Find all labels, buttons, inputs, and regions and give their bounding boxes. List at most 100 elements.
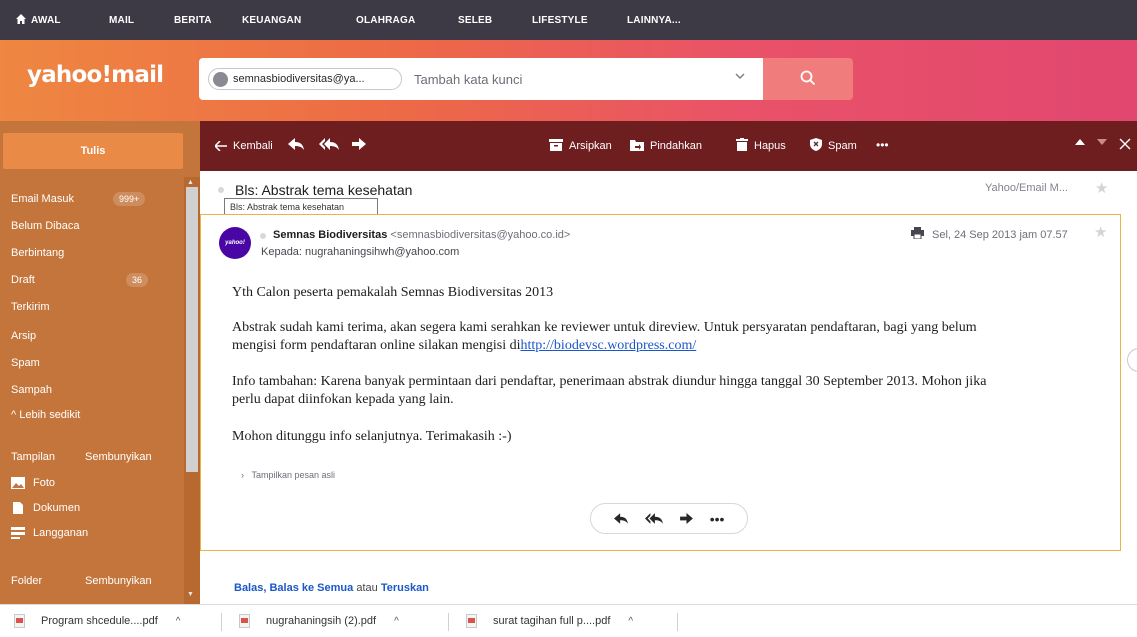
document-icon: [11, 502, 25, 514]
download-item-2[interactable]: nugrahaningsih (2).pdf ^: [239, 614, 399, 628]
shield-icon: [810, 138, 822, 154]
sidebar-item-archive[interactable]: Arsip: [11, 330, 36, 342]
sidebar-item-unread[interactable]: Belum Dibaca: [11, 220, 79, 232]
pill-reply-icon[interactable]: [613, 511, 628, 527]
pdf-file-icon: [239, 614, 250, 628]
account-avatar-icon: [213, 71, 228, 87]
next-message-icon[interactable]: [1097, 138, 1107, 146]
more-actions-button[interactable]: •••: [876, 138, 889, 152]
pdf-file-icon: [466, 614, 477, 628]
views-label: Tampilan: [11, 451, 56, 463]
body-p2-line2: perlu dapat diinfokan kepada yang lain.: [232, 392, 454, 407]
unread-dot-icon[interactable]: [218, 187, 224, 193]
reply-link[interactable]: Balas: [234, 582, 263, 594]
download-3-menu-icon[interactable]: ^: [628, 616, 633, 627]
star-icon[interactable]: ★: [1095, 179, 1108, 197]
sidebar-item-inbox[interactable]: Email Masuk: [11, 193, 74, 205]
pill-more-button[interactable]: •••: [710, 511, 725, 527]
show-original-label: Tampilkan pesan asli: [251, 470, 336, 480]
sidebar-scroll-thumb[interactable]: [186, 187, 198, 472]
download-separator: [221, 613, 222, 631]
download-item-1[interactable]: Program shcedule....pdf ^: [14, 614, 181, 628]
search-button[interactable]: [763, 58, 853, 100]
delete-button[interactable]: Hapus: [736, 138, 786, 154]
download-2-menu-icon[interactable]: ^: [394, 616, 399, 627]
archive-icon: [549, 138, 563, 154]
search-box[interactable]: semnasbiodiversitas@ya...: [199, 58, 763, 100]
sidebar-item-starred[interactable]: Berbintang: [11, 247, 64, 259]
subscriptions-icon: [11, 527, 25, 539]
sender-line[interactable]: Semnas Biodiversitas <semnasbiodiversita…: [273, 229, 570, 241]
pill-forward-icon[interactable]: [679, 511, 693, 527]
sidebar-item-documents[interactable]: Dokumen: [11, 502, 80, 514]
top-nav: AWAL MAIL BERITA KEUANGAN OLAHRAGA SELEB…: [0, 0, 1137, 40]
chevron-down-icon[interactable]: [735, 70, 745, 84]
reply-links: Balas, Balas ke Semua atau Teruskan: [234, 582, 429, 594]
side-panel-handle[interactable]: [1127, 348, 1137, 372]
sidebar-item-trash[interactable]: Sampah: [11, 384, 52, 396]
sidebar-item-subscriptions[interactable]: Langganan: [11, 527, 88, 539]
delete-label: Hapus: [754, 140, 786, 152]
reply-all-icon[interactable]: [319, 138, 339, 150]
chevron-right-icon: ›: [241, 470, 244, 480]
subscriptions-label: Langganan: [33, 527, 89, 539]
photos-label: Foto: [33, 477, 56, 489]
archive-label: Arsipkan: [569, 140, 612, 152]
reply-all-link[interactable]: Balas ke Semua: [269, 582, 353, 594]
sidebar-item-photos[interactable]: Foto: [11, 477, 55, 489]
yahoo-mail-logo[interactable]: yahoo!mail: [27, 62, 164, 88]
sender-dot-icon: [260, 233, 266, 239]
message-folder-tag[interactable]: Yahoo/Email M...: [985, 182, 1068, 194]
nav-lainnya[interactable]: LAINNYA...: [627, 15, 681, 26]
forward-icon[interactable]: [352, 138, 366, 150]
sidebar-item-draft[interactable]: Draft: [11, 274, 35, 286]
close-icon[interactable]: [1119, 138, 1131, 150]
nav-seleb[interactable]: SELEB: [458, 15, 492, 26]
draft-count-badge: 36: [126, 273, 149, 287]
sidebar: Tulis Email Masuk 999+ Belum Dibaca Berb…: [0, 121, 200, 604]
folder-hide-toggle[interactable]: Sembunyikan: [85, 575, 152, 587]
nav-berita[interactable]: BERITA: [174, 15, 212, 26]
recipient-line: Kepada: nugrahaningsihwh@yahoo.com: [261, 246, 460, 258]
body-greeting: Yth Calon peserta pemakalah Semnas Biodi…: [232, 285, 554, 300]
spam-button[interactable]: Spam: [810, 138, 857, 154]
print-icon[interactable]: [911, 227, 924, 242]
pill-reply-all-icon[interactable]: [644, 511, 663, 527]
sidebar-item-sent[interactable]: Terkirim: [11, 301, 50, 313]
sender-name: Semnas Biodiversitas: [273, 229, 388, 241]
download-1-menu-icon[interactable]: ^: [176, 616, 181, 627]
move-button[interactable]: Pindahkan: [630, 138, 702, 154]
registration-link[interactable]: http://biodevsc.wordpress.com/: [520, 338, 696, 353]
back-label: Kembali: [233, 140, 273, 152]
search-account-chip[interactable]: semnasbiodiversitas@ya...: [208, 68, 402, 90]
search-input[interactable]: [414, 69, 714, 89]
download-separator: [677, 613, 678, 631]
sidebar-item-spam[interactable]: Spam: [11, 357, 40, 369]
archive-button[interactable]: Arsipkan: [549, 138, 612, 154]
move-label: Pindahkan: [650, 140, 702, 152]
scroll-down-icon[interactable]: ▼: [187, 591, 194, 598]
sender-email: <semnasbiodiversitas@yahoo.co.id>: [390, 229, 571, 241]
trash-icon: [736, 138, 748, 154]
sender-avatar: yahoo!: [219, 227, 251, 259]
message-star-icon[interactable]: ★: [1094, 223, 1107, 241]
back-button[interactable]: Kembali: [213, 138, 273, 154]
show-original-toggle[interactable]: › Tampilkan pesan asli: [241, 470, 335, 480]
nav-olahraga[interactable]: OLAHRAGA: [356, 15, 415, 26]
inbox-count-badge: 999+: [113, 192, 146, 206]
nav-home[interactable]: AWAL: [16, 13, 61, 27]
scroll-up-icon[interactable]: ▲: [187, 179, 194, 186]
views-hide-toggle[interactable]: Sembunyikan: [85, 451, 152, 463]
forward-link[interactable]: Teruskan: [381, 582, 429, 594]
compose-button[interactable]: Tulis: [3, 133, 183, 169]
download-item-3[interactable]: surat tagihan full p....pdf ^: [466, 614, 633, 628]
previous-message-icon[interactable]: [1075, 138, 1085, 146]
reply-icon[interactable]: [288, 138, 304, 150]
body-p1-line1: Abstrak sudah kami terima, akan segera k…: [232, 320, 977, 335]
nav-lifestyle[interactable]: LIFESTYLE: [532, 15, 588, 26]
message-subject: Bls: Abstrak tema kesehatan: [235, 182, 413, 198]
nav-mail[interactable]: MAIL: [109, 15, 134, 26]
nav-keuangan[interactable]: KEUANGAN: [242, 15, 301, 26]
show-less-toggle[interactable]: ^ Lebih sedikit: [11, 409, 80, 421]
search-chip-label: semnasbiodiversitas@ya...: [233, 73, 365, 85]
